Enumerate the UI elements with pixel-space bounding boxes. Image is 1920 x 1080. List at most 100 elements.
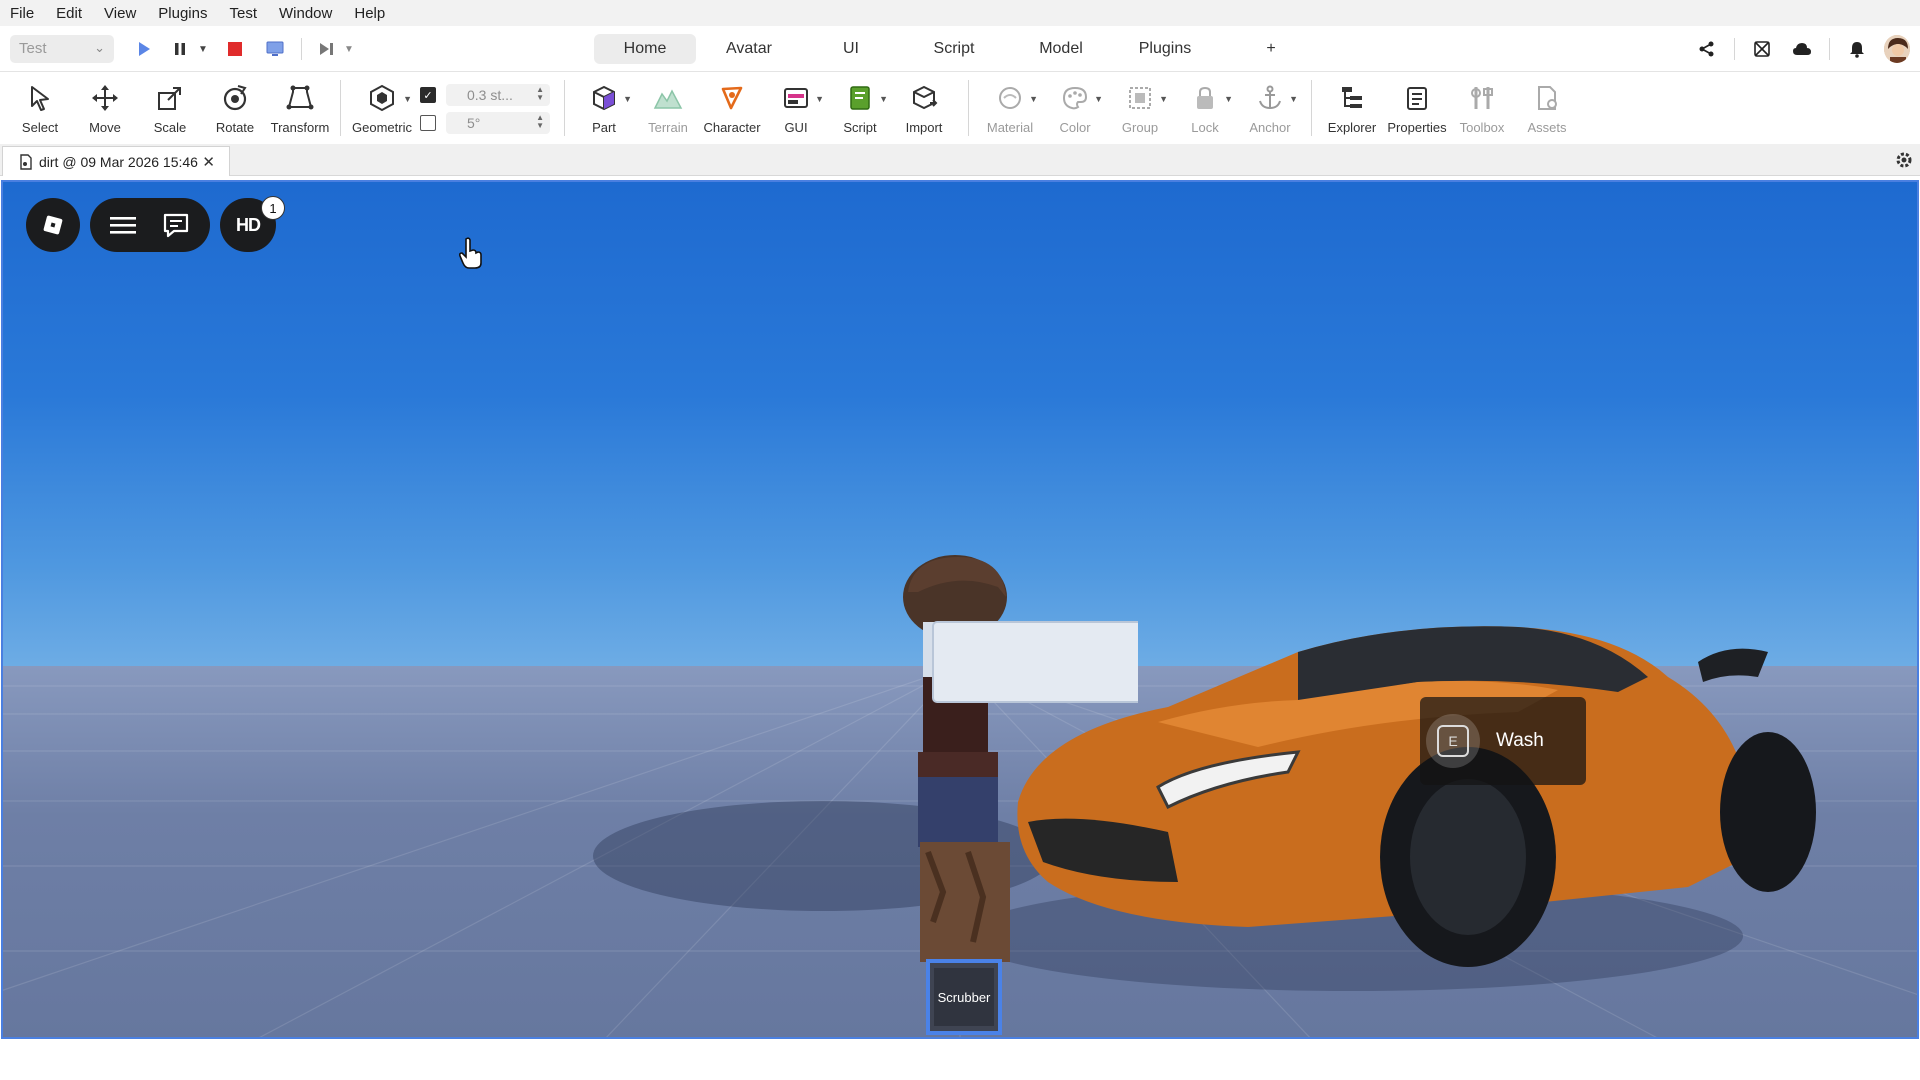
assets-tool[interactable]: Assets: [1515, 82, 1579, 140]
menu-plugins[interactable]: Plugins: [158, 5, 207, 22]
pause-icon[interactable]: [170, 38, 190, 60]
stop-icon[interactable]: [224, 38, 246, 60]
move-tool[interactable]: Move: [73, 82, 137, 140]
move-snap-checkbox[interactable]: ✓: [420, 87, 436, 103]
transform-icon: [284, 82, 316, 114]
divider: [301, 38, 302, 60]
transform-tool[interactable]: Transform: [268, 82, 332, 140]
toolbox-tool[interactable]: Toolbox: [1450, 82, 1514, 140]
select-tool[interactable]: Select: [8, 82, 72, 140]
group-tool[interactable]: ▼ Group: [1108, 82, 1172, 140]
share-icon[interactable]: [1694, 36, 1720, 62]
chevron-down-icon: ▼: [1029, 94, 1038, 104]
add-tab-button[interactable]: +: [1216, 34, 1326, 64]
bell-icon[interactable]: [1844, 36, 1870, 62]
user-avatar[interactable]: [1884, 35, 1910, 63]
document-tabs: dirt @ 09 Mar 2026 15:46 ✕: [0, 144, 1920, 176]
roblox-menu-button[interactable]: [26, 198, 80, 252]
character-icon: [716, 82, 748, 114]
menu-view[interactable]: View: [104, 5, 136, 22]
top-bar: Test ⌄ ▼ ▼ Home Avatar UI Script Model P…: [0, 26, 1920, 72]
prompt-key: E: [1437, 725, 1469, 757]
test-mode-value: Test: [19, 40, 47, 57]
properties-tool[interactable]: Properties: [1385, 82, 1449, 140]
lock-tool[interactable]: ▼ Lock: [1173, 82, 1237, 140]
anchor-tool[interactable]: ▼ Anchor: [1238, 82, 1302, 140]
hand-cursor-icon: [458, 237, 482, 269]
material-sphere-icon: [994, 82, 1026, 114]
menu-file[interactable]: File: [10, 5, 34, 22]
tab-home[interactable]: Home: [594, 34, 696, 64]
scale-icon: [154, 82, 186, 114]
menu-edit[interactable]: Edit: [56, 5, 82, 22]
rotate-snap-checkbox[interactable]: [420, 115, 436, 131]
stepper-arrows-icon[interactable]: ▲ ▼: [536, 86, 544, 102]
character-tool[interactable]: Character: [700, 82, 764, 140]
studio-window: File Edit View Plugins Test Window Help …: [0, 0, 1920, 1080]
chevron-down-icon: ▼: [1159, 94, 1168, 104]
close-icon[interactable]: ✕: [202, 153, 215, 171]
geometric-icon: [366, 82, 398, 114]
document-tab[interactable]: dirt @ 09 Mar 2026 15:46 ✕: [2, 146, 230, 176]
screen-icon[interactable]: [264, 38, 286, 60]
scale-tool[interactable]: Scale: [138, 82, 202, 140]
avatar: [1884, 35, 1910, 63]
step-icon[interactable]: [316, 38, 338, 60]
tab-model[interactable]: Model: [1008, 34, 1114, 64]
tab-plugins[interactable]: Plugins: [1114, 34, 1216, 64]
test-mode-select[interactable]: Test ⌄: [10, 35, 114, 63]
stepper-arrows-icon[interactable]: ▲ ▼: [536, 114, 544, 130]
game-viewport[interactable]: HD 1 E Wash Scrubber: [1, 180, 1919, 1039]
hd-label: HD: [236, 214, 261, 235]
part-tool[interactable]: ▼ Part: [572, 82, 636, 140]
menu-help[interactable]: Help: [354, 5, 385, 22]
geometric-tool[interactable]: ▼ Geometric: [348, 82, 416, 140]
collab-icon[interactable]: [1749, 36, 1775, 62]
hamburger-menu-icon[interactable]: [110, 215, 136, 235]
chevron-down-icon: ▼: [815, 94, 824, 104]
explorer-tool[interactable]: Explorer: [1320, 82, 1384, 140]
script-tool[interactable]: ▼ Script: [828, 82, 892, 140]
chevron-down-icon: ▼: [623, 94, 632, 104]
divider: [968, 80, 969, 136]
chevron-down-icon: ▼: [1224, 94, 1233, 104]
pause-dropdown-caret[interactable]: ▼: [196, 38, 210, 60]
hotbar-slot-label: Scrubber: [934, 968, 994, 1026]
chevron-down-icon: ▼: [403, 94, 412, 104]
import-tool[interactable]: Import: [892, 82, 956, 140]
palette-icon: [1059, 82, 1091, 114]
menu-window[interactable]: Window: [279, 5, 332, 22]
menu-test[interactable]: Test: [229, 5, 257, 22]
divider: [1311, 80, 1312, 136]
terrain-tool[interactable]: Terrain: [636, 82, 700, 140]
rotate-icon: [219, 82, 251, 114]
tab-avatar[interactable]: Avatar: [696, 34, 802, 64]
script-icon: [844, 82, 876, 114]
color-tool[interactable]: ▼ Color: [1043, 82, 1107, 140]
cloud-icon[interactable]: [1789, 36, 1815, 62]
material-tool[interactable]: ▼ Material: [978, 82, 1042, 140]
chat-icon[interactable]: [162, 212, 190, 238]
tab-ui[interactable]: UI: [802, 34, 900, 64]
part-cube-icon: [588, 82, 620, 114]
roblox-logo-icon: [40, 212, 66, 238]
step-dropdown-caret[interactable]: ▼: [342, 38, 356, 60]
move-snap-row: ✓ 0.3 st... ▲ ▼: [420, 82, 554, 108]
play-icon[interactable]: [133, 38, 155, 60]
home-ribbon: Select Move Scale Rotate Transform ▼ Geo…: [0, 72, 1920, 144]
rotate-tool[interactable]: Rotate: [203, 82, 267, 140]
rotate-snap-input[interactable]: 5° ▲ ▼: [446, 112, 550, 134]
hotbar-slot[interactable]: Scrubber: [926, 959, 1002, 1035]
gui-tool[interactable]: ▼ GUI: [764, 82, 828, 140]
chevron-down-icon: ⌄: [94, 40, 105, 55]
divider: [1829, 38, 1830, 60]
tab-script[interactable]: Script: [900, 34, 1008, 64]
cursor-arrow-icon: [24, 82, 56, 114]
chevron-down-icon: ▼: [1289, 94, 1298, 104]
wash-proximity-prompt[interactable]: E Wash: [1420, 697, 1586, 785]
gear-icon[interactable]: [1894, 150, 1914, 175]
assets-icon: [1531, 82, 1563, 114]
divider: [1734, 38, 1735, 60]
divider: [564, 80, 565, 136]
move-snap-input[interactable]: 0.3 st... ▲ ▼: [446, 84, 550, 106]
